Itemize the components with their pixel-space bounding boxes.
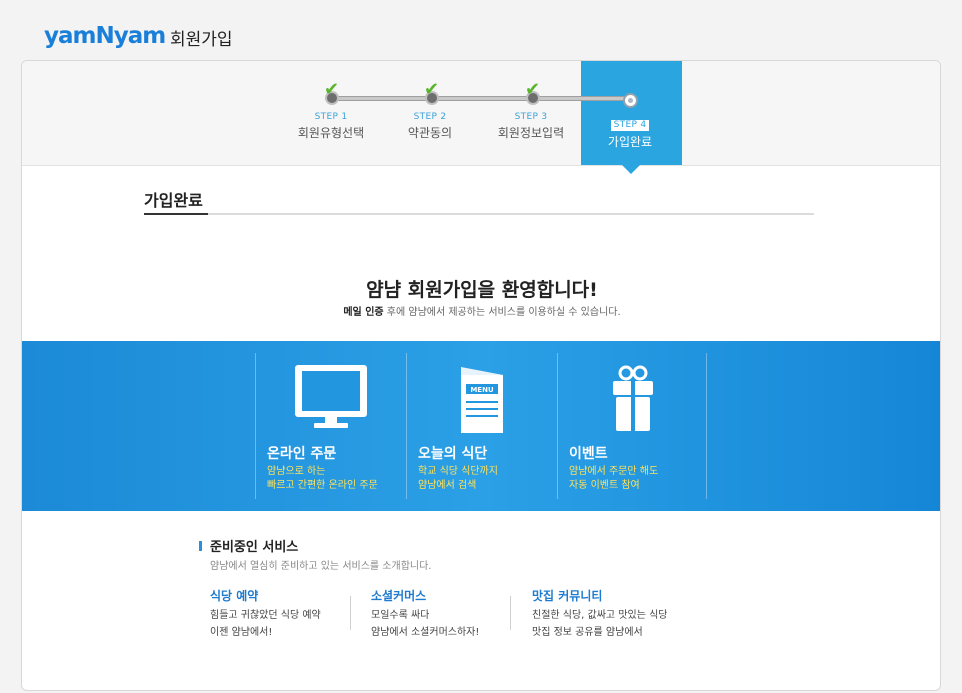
monitor-icon xyxy=(256,363,406,433)
feature-online-order[interactable]: 온라인 주문 얌냠으로 하는 빠르고 간편한 온라인 주문 xyxy=(255,353,405,499)
service-divider xyxy=(510,596,511,630)
service-description: 힘들고 귀찮았던 식당 예약 이젠 얌냠에서! xyxy=(210,607,321,641)
service-desc-line: 맛집 정보 공유를 얌냠에서 xyxy=(532,627,643,638)
welcome-subtext-rest: 후에 얌냠에서 제공하는 서비스를 이용하실 수 있습니다. xyxy=(383,307,621,318)
section-divider xyxy=(144,213,814,215)
feature-desc-line: 학교 식당 식단까지 xyxy=(418,466,498,477)
step-number: STEP 3 xyxy=(514,112,548,122)
step-name: 약관동의 xyxy=(407,126,453,140)
feature-desc-line: 얌냠으로 하는 xyxy=(267,466,326,477)
checkmark-icon: ✔ xyxy=(424,79,440,100)
gift-icon xyxy=(558,363,708,433)
step-1-node: ✔ xyxy=(324,81,339,105)
section-title: 가입완료 xyxy=(144,191,203,210)
service-divider xyxy=(350,596,351,630)
feature-title: 오늘의 식단 xyxy=(418,446,488,462)
service-desc-line: 얌냠에서 소셜커머스하자! xyxy=(371,627,480,638)
upcoming-title: 준비중인 서비스 xyxy=(210,540,299,555)
step-name: 가입완료 xyxy=(607,135,653,149)
feature-description: 학교 식당 식단까지 얌냠에서 검색 xyxy=(418,465,498,493)
feature-title: 이벤트 xyxy=(569,446,608,462)
service-desc-line: 모일수록 싸다 xyxy=(371,610,430,621)
feature-desc-line: 얌냠에서 주문만 해도 xyxy=(569,466,659,477)
mail-verification-text: 메일 인증 xyxy=(343,307,384,318)
step-1-label: STEP 1 회원유형선택 xyxy=(281,112,381,141)
yamnyam-logo[interactable]: yamNyam xyxy=(44,22,166,50)
service-title: 식당 예약 xyxy=(210,589,259,603)
step-number: STEP 1 xyxy=(314,112,348,122)
service-desc-line: 힘들고 귀찮았던 식당 예약 xyxy=(210,610,321,621)
service-desc-line: 이젠 얌냠에서! xyxy=(210,627,273,638)
step-4-label: STEP 4 가입완료 xyxy=(580,112,680,150)
checkmark-icon: ✔ xyxy=(525,79,541,100)
step-3-node: ✔ xyxy=(525,81,540,105)
service-restaurant-reservation: 식당 예약 힘들고 귀찮았던 식당 예약 이젠 얌냠에서! xyxy=(210,587,321,641)
service-food-community: 맛집 커뮤니티 친절한 식당, 값싸고 맛있는 식당 맛집 정보 공유를 얌냠에… xyxy=(532,587,668,641)
section-divider-accent xyxy=(144,213,208,215)
signup-card: ✔ ✔ ✔ STEP 1 회원유형선택 STEP 2 약관동의 STEP 3 회… xyxy=(21,60,941,691)
step-progress: ✔ ✔ ✔ STEP 1 회원유형선택 STEP 2 약관동의 STEP 3 회… xyxy=(22,61,940,174)
logo-wordmark: yamNyam xyxy=(44,23,166,49)
step-3-label: STEP 3 회원정보입력 xyxy=(481,112,581,141)
checkmark-icon: ✔ xyxy=(324,79,340,100)
menu-icon: MENU xyxy=(407,363,557,433)
step-track xyxy=(333,96,628,101)
step-2-node: ✔ xyxy=(424,81,439,105)
feature-desc-line: 얌냠에서 검색 xyxy=(418,480,477,491)
step-number: STEP 2 xyxy=(413,112,447,122)
welcome-headline: 얌냠 회원가입을 환영합니다! xyxy=(366,279,598,301)
feature-event[interactable]: 이벤트 얌냠에서 주문만 해도 자동 이벤트 참여 xyxy=(557,353,707,499)
service-description: 모일수록 싸다 얌냠에서 소셜커머스하자! xyxy=(371,607,479,641)
section-marker xyxy=(199,541,202,551)
feature-band: 온라인 주문 얌냠으로 하는 빠르고 간편한 온라인 주문 MENU 오늘의 식… xyxy=(22,341,940,511)
service-title: 맛집 커뮤니티 xyxy=(532,589,603,603)
service-description: 친절한 식당, 값싸고 맛있는 식당 맛집 정보 공유를 얌냠에서 xyxy=(532,607,668,641)
service-title: 소셜커머스 xyxy=(371,589,427,603)
step-number: STEP 4 xyxy=(610,120,650,131)
step-4-node xyxy=(623,93,638,108)
feature-description: 얌냠으로 하는 빠르고 간편한 온라인 주문 xyxy=(267,465,378,493)
menu-icon-label: MENU xyxy=(470,386,494,394)
service-desc-line: 친절한 식당, 값싸고 맛있는 식당 xyxy=(532,610,668,621)
step-2-label: STEP 2 약관동의 xyxy=(380,112,480,141)
feature-today-menu[interactable]: MENU 오늘의 식단 학교 식당 식단까지 얌냠에서 검색 xyxy=(406,353,556,499)
step-name: 회원정보입력 xyxy=(497,126,565,140)
feature-title: 온라인 주문 xyxy=(267,446,337,462)
upcoming-subtitle: 얌냠에서 열심히 준비하고 있는 서비스를 소개합니다. xyxy=(210,561,432,572)
page-title: 회원가입 xyxy=(170,30,233,50)
feature-desc-line: 자동 이벤트 참여 xyxy=(569,480,640,491)
feature-desc-line: 빠르고 간편한 온라인 주문 xyxy=(267,480,378,491)
feature-description: 얌냠에서 주문만 해도 자동 이벤트 참여 xyxy=(569,465,658,493)
service-social-commerce: 소셜커머스 모일수록 싸다 얌냠에서 소셜커머스하자! xyxy=(371,587,479,641)
welcome-subtext: 메일 인증 후에 얌냠에서 제공하는 서비스를 이용하실 수 있습니다. xyxy=(22,303,940,318)
step-name: 회원유형선택 xyxy=(297,126,365,140)
